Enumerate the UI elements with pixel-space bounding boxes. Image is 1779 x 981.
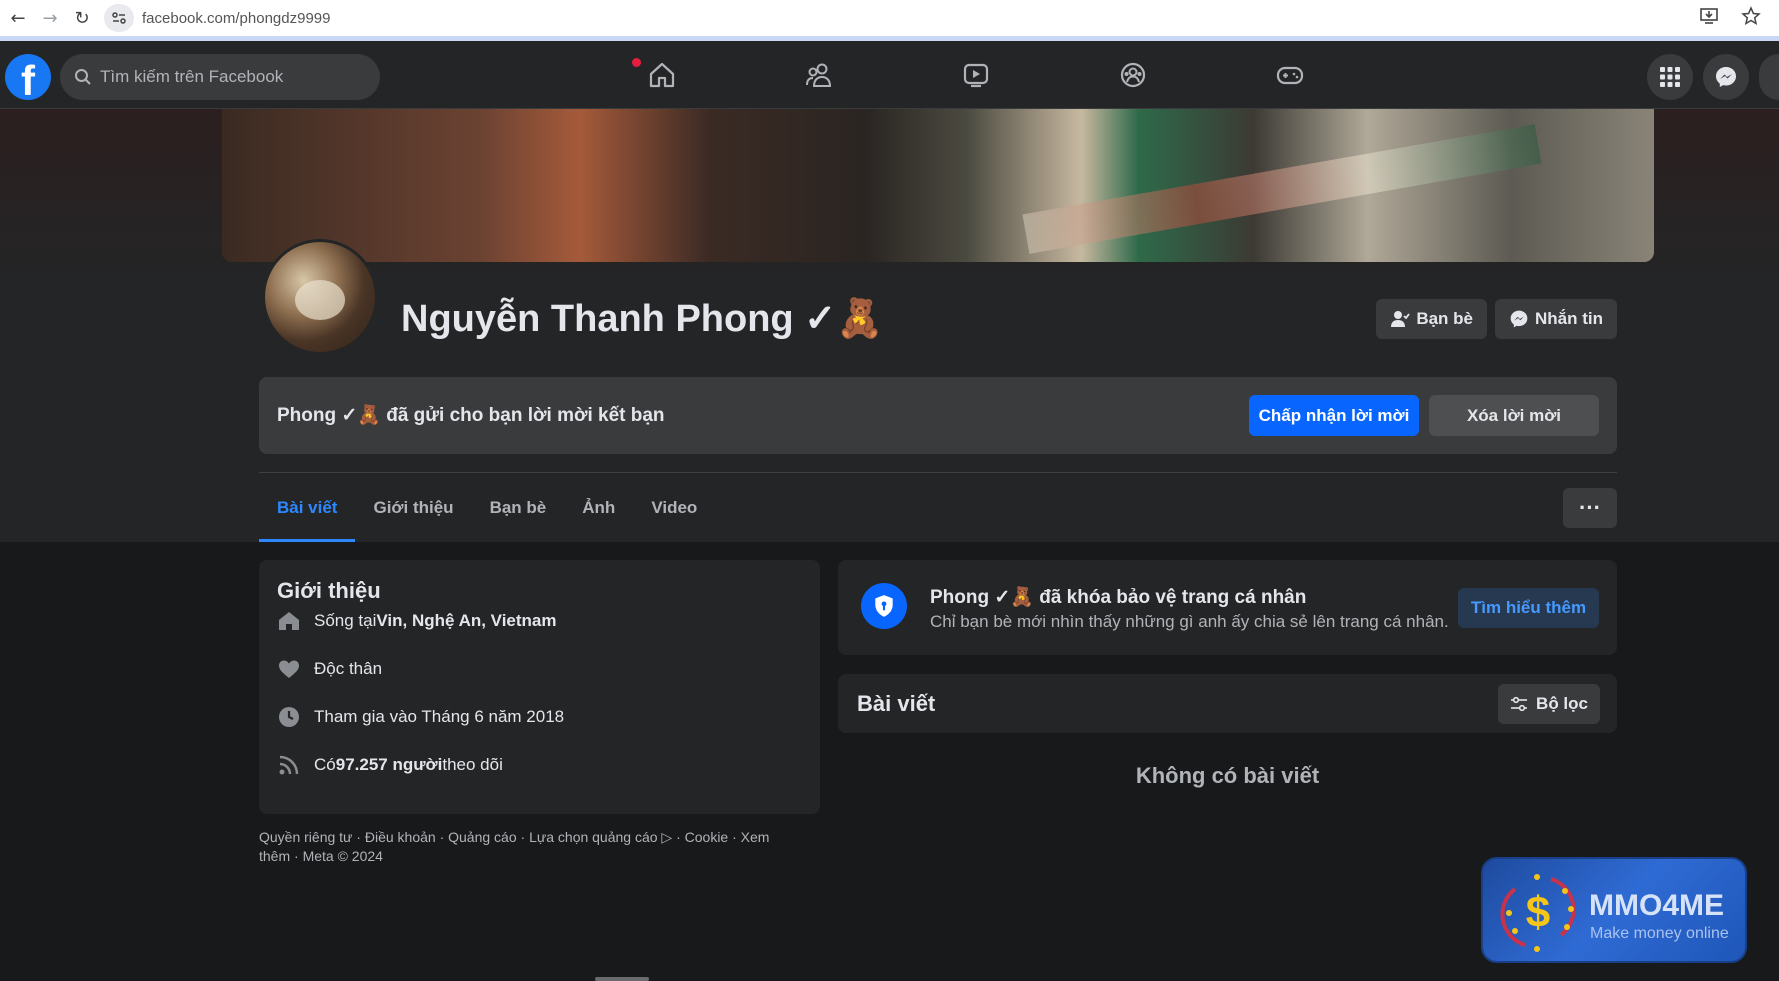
lives-prefix: Sống tại (314, 611, 377, 630)
friend-request-text: Phong ✓🧸 đã gửi cho bạn lời mời kết bạn (277, 405, 665, 426)
lock-subtitle: Chỉ bạn bè mới nhìn thấy những gì anh ấy… (930, 612, 1449, 631)
delete-request-button[interactable]: Xóa lời mời (1429, 395, 1599, 436)
horizontal-scrollbar[interactable] (595, 977, 649, 981)
posts-card: Bài viết Bộ lọc (838, 674, 1617, 733)
intro-title: Giới thiệu (277, 578, 381, 603)
filter-label: Bộ lọc (1536, 694, 1588, 713)
tab-about[interactable]: Giới thiệu (355, 473, 471, 542)
friends-button-label: Bạn bè (1416, 309, 1473, 328)
intro-card: Giới thiệu Sống tại Vin, Nghệ An, Vietna… (259, 560, 820, 814)
home-icon (279, 612, 299, 630)
followers-suffix: theo dõi (442, 755, 503, 774)
address-bar[interactable]: facebook.com/phongdz9999 (142, 10, 330, 27)
home-icon (649, 62, 674, 88)
nav-gaming[interactable] (1211, 41, 1368, 109)
watch-icon (963, 63, 988, 88)
groups-icon (1120, 62, 1145, 88)
message-button-label: Nhắn tin (1535, 309, 1603, 328)
intro-joined: Tham gia vào Tháng 6 năm 2018 (277, 704, 564, 730)
heart-icon (279, 660, 299, 678)
messenger-icon (1716, 67, 1736, 87)
shield-icon (861, 583, 907, 629)
accept-request-button[interactable]: Chấp nhận lời mời (1249, 395, 1419, 436)
more-options-button[interactable]: ··· (1563, 488, 1617, 528)
profile-tabs: Bài viết Giới thiệu Bạn bè Ảnh Video (259, 473, 715, 542)
intro-followers: Có 97.257 người theo dõi (277, 752, 503, 778)
dollar-logo-icon: $ (1500, 874, 1576, 952)
messenger-button[interactable] (1703, 54, 1749, 100)
facebook-logo[interactable]: f (5, 54, 51, 104)
watermark-subtitle: Make money online (1590, 925, 1729, 942)
friends-icon (805, 63, 831, 87)
facebook-topbar: f (0, 41, 1779, 109)
lives-place[interactable]: Vin, Nghệ An, Vietnam (376, 611, 556, 631)
tab-friends[interactable]: Bạn bè (472, 473, 565, 542)
back-icon[interactable]: ← (4, 4, 32, 32)
no-posts-message: Không có bài viết (1135, 763, 1320, 788)
browser-toolbar: ← → ↻ facebook.com/phongdz9999 (0, 0, 1779, 36)
nav-watch[interactable] (897, 41, 1054, 109)
joined-date: Tham gia vào Tháng 6 năm 2018 (314, 707, 565, 726)
nav-friends[interactable] (740, 41, 897, 109)
filter-button[interactable]: Bộ lọc (1498, 684, 1600, 724)
grid-menu-icon (1660, 67, 1680, 87)
reload-icon[interactable]: ↻ (68, 4, 96, 32)
search-icon (75, 69, 91, 85)
install-app-icon[interactable] (1699, 6, 1719, 26)
cover-photo-detail (1022, 124, 1542, 254)
posts-title: Bài viết (857, 691, 936, 716)
svg-text:$: $ (1526, 888, 1550, 937)
message-button[interactable]: Nhắn tin (1495, 299, 1617, 339)
forward-icon[interactable]: → (36, 4, 64, 32)
nav-groups[interactable] (1054, 41, 1211, 109)
learn-more-button[interactable]: Tìm hiểu thêm (1458, 588, 1599, 628)
clock-icon (279, 707, 299, 727)
rss-icon (279, 755, 299, 775)
friend-request-banner: Phong ✓🧸 đã gửi cho bạn lời mời kết bạn … (259, 377, 1617, 454)
menu-grid-button[interactable] (1647, 54, 1693, 100)
profile-header: Nguyễn Thanh Phong ✓🧸 Bạn bè Nhắn tin Ph… (0, 109, 1779, 542)
notification-dot (632, 58, 641, 67)
bookmark-star-icon[interactable] (1741, 6, 1761, 26)
cover-photo[interactable] (222, 109, 1654, 262)
messenger-icon (1510, 310, 1528, 328)
followers-count[interactable]: 97.257 người (336, 755, 443, 775)
gaming-icon (1276, 66, 1303, 85)
site-info-icon[interactable] (104, 4, 134, 32)
tab-posts[interactable]: Bài viết (259, 473, 356, 542)
mmo4me-watermark: $ MMO4ME Make money online (1481, 857, 1747, 963)
tab-photos[interactable]: Ảnh (564, 473, 633, 542)
watermark-title: MMO4ME (1589, 889, 1724, 922)
nav-home[interactable] (583, 41, 740, 109)
friends-button[interactable]: Bạn bè (1376, 299, 1487, 339)
notifications-button[interactable] (1759, 54, 1779, 100)
profile-name: Nguyễn Thanh Phong ✓🧸 (401, 298, 884, 340)
friend-check-icon (1391, 311, 1411, 327)
search-box[interactable] (60, 54, 380, 100)
tab-videos[interactable]: Video (633, 473, 715, 542)
profile-avatar[interactable] (262, 239, 378, 355)
intro-lives-in: Sống tại Vin, Nghệ An, Vietnam (277, 608, 557, 634)
lock-title: Phong ✓🧸 đã khóa bảo vệ trang cá nhân (930, 587, 1307, 608)
profile-locked-card: Phong ✓🧸 đã khóa bảo vệ trang cá nhân Ch… (838, 560, 1617, 655)
followers-prefix: Có (314, 755, 336, 774)
filter-icon (1511, 696, 1528, 712)
footer-links[interactable]: Quyền riêng tư · Điều khoản · Quảng cáo … (259, 828, 799, 866)
intro-relationship: Độc thân (277, 656, 382, 682)
relationship-status: Độc thân (314, 659, 383, 678)
search-input[interactable] (100, 67, 360, 87)
